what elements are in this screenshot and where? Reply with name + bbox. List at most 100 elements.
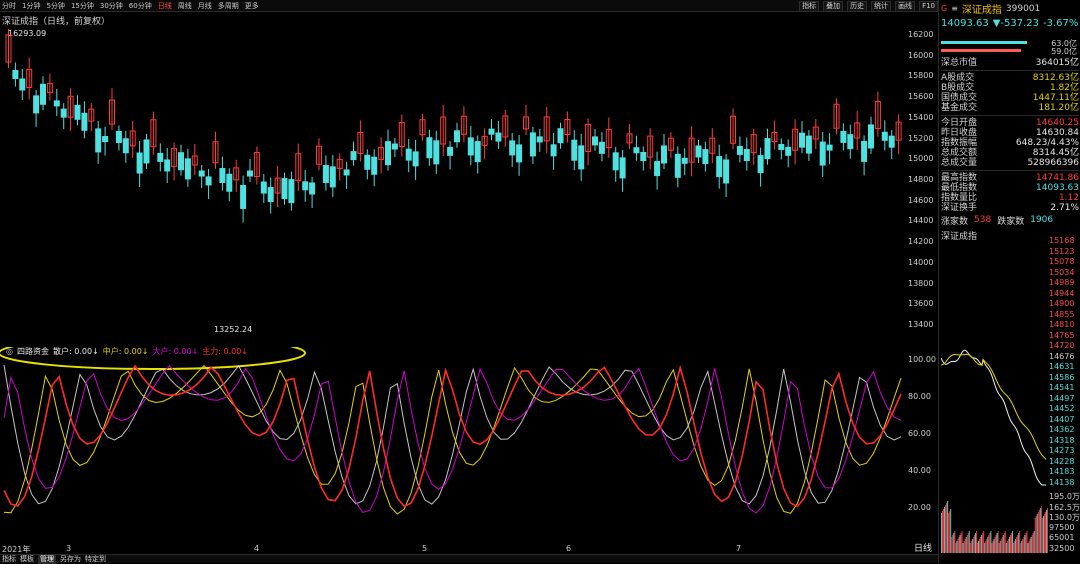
mini-volume-bar — [1002, 535, 1004, 553]
main-y-tick: 14200 — [908, 237, 934, 247]
mini-y-axis: 15168 15123 15078 15034 14989 14944 14900 14855… — [1049, 236, 1080, 556]
quote-row: 深证换手 2.71% — [941, 203, 1079, 213]
quote-key: 总成交额 — [941, 148, 978, 158]
candle-body — [716, 156, 723, 178]
candle-body — [240, 184, 247, 209]
period-tab-6[interactable]: 日线 — [158, 1, 172, 11]
quote-value: 364015亿 — [1035, 58, 1079, 68]
intraday-mini-chart[interactable] — [941, 240, 1049, 553]
quote-row: 深总市值 364015亿 — [941, 58, 1079, 68]
mini-y-tick: 14497 — [1049, 393, 1075, 403]
candlestick-chart[interactable] — [0, 12, 908, 347]
tool-button-0[interactable]: 指标 — [799, 1, 820, 12]
mini-volume-bar — [995, 535, 997, 553]
period-tab-5[interactable]: 60分钟 — [129, 1, 152, 11]
mini-volume-bar — [982, 533, 984, 553]
candle-body — [840, 130, 847, 143]
candle-body — [495, 132, 502, 142]
candle-body — [198, 170, 205, 177]
sub-y-tick: 100.00 — [908, 355, 936, 364]
mini-volume-bar — [1042, 516, 1044, 553]
quote-value: 1447.11亿 — [1032, 93, 1079, 103]
candle-body — [329, 166, 336, 188]
candle-body — [184, 158, 191, 180]
mini-y-tick: 14273 — [1049, 446, 1075, 455]
candle-body — [654, 161, 661, 177]
tool-button-3[interactable]: 统计 — [871, 1, 892, 12]
sub-y-tick: 40.00 — [908, 466, 931, 475]
period-tab-7[interactable]: 周线 — [178, 1, 192, 11]
mini-volume-bar — [998, 543, 1000, 553]
mini-volume-bar — [959, 535, 961, 553]
main-y-tick: 14400 — [908, 216, 934, 226]
up-count: 538 — [974, 215, 992, 225]
mini-vol-tick: 130.0万 — [1049, 513, 1080, 522]
period-tab-3[interactable]: 15分钟 — [71, 1, 94, 11]
x-tick: 7 — [736, 544, 742, 553]
flow-bar-out — [941, 49, 1021, 52]
mini-y-tick: 15123 — [1049, 246, 1075, 256]
main-y-tick: 13800 — [908, 278, 934, 288]
tool-button-2[interactable]: 历史 — [847, 1, 868, 12]
candle-body — [612, 152, 619, 171]
candle-body — [157, 152, 164, 162]
candle-body — [868, 124, 874, 149]
mini-volume-bar — [992, 541, 994, 553]
tool-button-1[interactable]: 叠加 — [823, 1, 844, 12]
period-tab-8[interactable]: 月线 — [198, 1, 212, 11]
mini-y-tick: 14452 — [1049, 404, 1075, 413]
quote-row: 指数振幅 648.23/4.43% — [941, 138, 1079, 148]
mini-volume-bar — [1008, 537, 1010, 553]
sub-y-tick: 60.00 — [908, 429, 931, 438]
index-code: 399001 — [1005, 3, 1041, 14]
mini-volume-bar — [997, 531, 999, 553]
period-tab-0[interactable]: 分时 — [2, 1, 16, 11]
quote-table: 深总市值 364015亿 A股成交 8312.63亿 B股成交 1.82亿 国债成交 1447… — [941, 58, 1079, 213]
main-y-tick: 14600 — [908, 195, 934, 205]
tool-button-4[interactable]: 画线 — [895, 1, 916, 12]
candle-body — [219, 168, 226, 184]
candle-body — [819, 141, 826, 166]
mini-volume-bar — [942, 511, 943, 553]
mini-volume-bar — [1030, 537, 1032, 553]
candle-body — [598, 141, 605, 154]
main-y-axis: 16200 16000 15800 15600 15400 15200 15000 14800… — [908, 30, 938, 330]
mini-y-tick: 15078 — [1049, 257, 1075, 266]
mini-y-tick: 14855 — [1049, 309, 1075, 319]
mini-volume-bar — [967, 533, 969, 553]
period-tab-9[interactable]: 多周期 — [218, 1, 239, 11]
quote-value: 648.23/4.43% — [1015, 138, 1079, 148]
mini-volume-bar — [1023, 537, 1025, 553]
fund-flow-chart[interactable] — [0, 347, 908, 544]
mini-volume-bar — [986, 539, 988, 553]
candle-body — [81, 112, 88, 131]
candle-body — [640, 151, 647, 161]
main-y-tick: 13600 — [908, 299, 934, 309]
period-tab-1[interactable]: 1分钟 — [22, 1, 40, 11]
period-tab-2[interactable]: 5分钟 — [46, 1, 64, 11]
down-count: 1906 — [1030, 215, 1054, 225]
mini-vol-tick: 195.0万 — [1049, 492, 1080, 501]
quote-value: 14640.25 — [1036, 118, 1079, 128]
menu-icon[interactable]: ≡ — [951, 4, 958, 13]
main-y-tick: 15600 — [908, 92, 934, 102]
mini-volume-bar — [944, 507, 945, 553]
mini-volume-bar — [956, 541, 958, 553]
period-tab-10[interactable]: 更多 — [245, 1, 259, 11]
period-tab-4[interactable]: 30分钟 — [100, 1, 123, 11]
sub-y-tick: 20.00 — [908, 503, 931, 512]
mini-volume-bar — [983, 531, 985, 553]
mini-volume-bar — [1003, 533, 1005, 553]
candle-body — [405, 148, 412, 161]
flow-bar-in — [941, 41, 1027, 44]
mini-price-line — [941, 349, 1046, 486]
mini-volume-bar — [964, 539, 966, 553]
quote-row: 国债成交 1447.11亿 — [941, 93, 1079, 103]
quote-key: 基金成交 — [941, 103, 978, 113]
candle-body — [302, 181, 309, 191]
mini-volume-bar — [1036, 514, 1038, 553]
tool-button-5[interactable]: F10 — [919, 1, 938, 12]
candle-body — [60, 108, 67, 118]
mini-vol-tick: 65001 — [1049, 533, 1075, 542]
candle-body — [205, 176, 212, 186]
